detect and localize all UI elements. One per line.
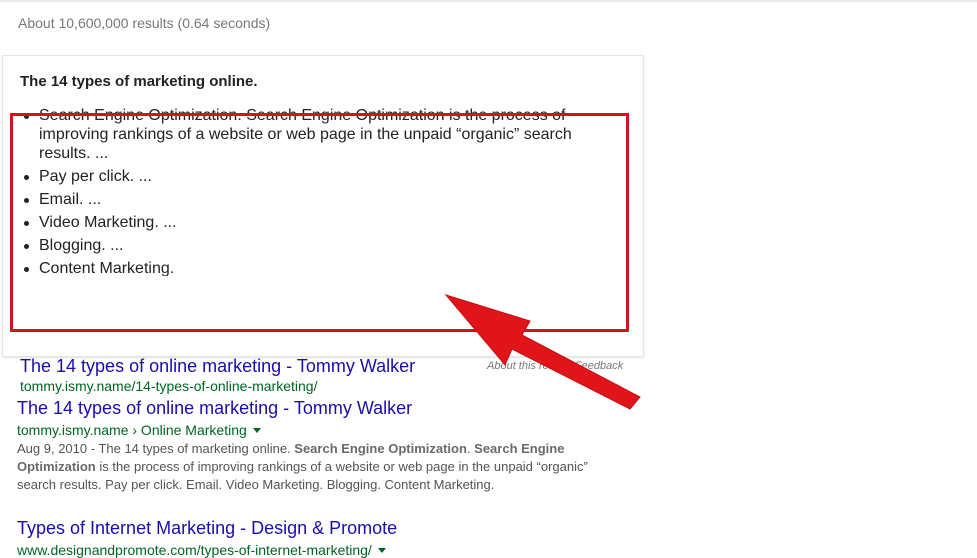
desc-bold: Search Engine Optimization bbox=[294, 441, 467, 456]
featured-snippet-card: The 14 types of marketing online. Search… bbox=[2, 55, 644, 394]
snippet-heading: The 14 types of marketing online. bbox=[20, 73, 258, 90]
desc-text: The 14 types of marketing online. bbox=[98, 441, 295, 456]
result-title-link[interactable]: The 14 types of online marketing - Tommy… bbox=[17, 398, 627, 419]
feedback-link[interactable]: Feedback bbox=[575, 360, 623, 372]
result-description: Aug 9, 2010 - The 14 types of marketing … bbox=[17, 440, 627, 494]
result-date: Aug 9, 2010 - bbox=[17, 441, 99, 456]
snippet-result-link[interactable]: The 14 types of online marketing - Tommy… bbox=[20, 356, 415, 377]
list-item: Pay per click. ... bbox=[23, 167, 603, 186]
result-breadcrumb: www.designandpromote.com/types-of-intern… bbox=[17, 542, 372, 558]
search-result: Types of Internet Marketing - Design & P… bbox=[17, 518, 627, 558]
desc-text: is the process of improving rankings of … bbox=[17, 459, 588, 492]
search-result: The 14 types of online marketing - Tommy… bbox=[17, 398, 627, 494]
about-this-result-link[interactable]: About this result bbox=[487, 360, 566, 372]
caret-down-icon[interactable] bbox=[252, 427, 261, 433]
list-item: Blogging. ... bbox=[23, 236, 603, 255]
result-title-link[interactable]: Types of Internet Marketing - Design & P… bbox=[17, 518, 627, 539]
caret-down-icon[interactable] bbox=[377, 547, 386, 553]
result-cite: tommy.ismy.name › Online Marketing bbox=[17, 422, 627, 438]
result-cite: www.designandpromote.com/types-of-intern… bbox=[17, 542, 627, 558]
list-item: Video Marketing. ... bbox=[23, 213, 603, 232]
list-item: Content Marketing. bbox=[23, 259, 603, 276]
about-feedback-row: About this result Feedback bbox=[487, 360, 629, 372]
snippet-list: Search Engine Optimization. Search Engin… bbox=[23, 106, 603, 276]
list-item: Email. ... bbox=[23, 190, 603, 209]
result-breadcrumb: tommy.ismy.name › Online Marketing bbox=[17, 422, 247, 438]
list-item: Search Engine Optimization. Search Engin… bbox=[23, 106, 603, 163]
result-stats: About 10,600,000 results (0.64 seconds) bbox=[18, 15, 271, 31]
snippet-url: tommy.ismy.name/14-types-of-online-marke… bbox=[20, 378, 318, 394]
top-divider bbox=[0, 0, 977, 2]
